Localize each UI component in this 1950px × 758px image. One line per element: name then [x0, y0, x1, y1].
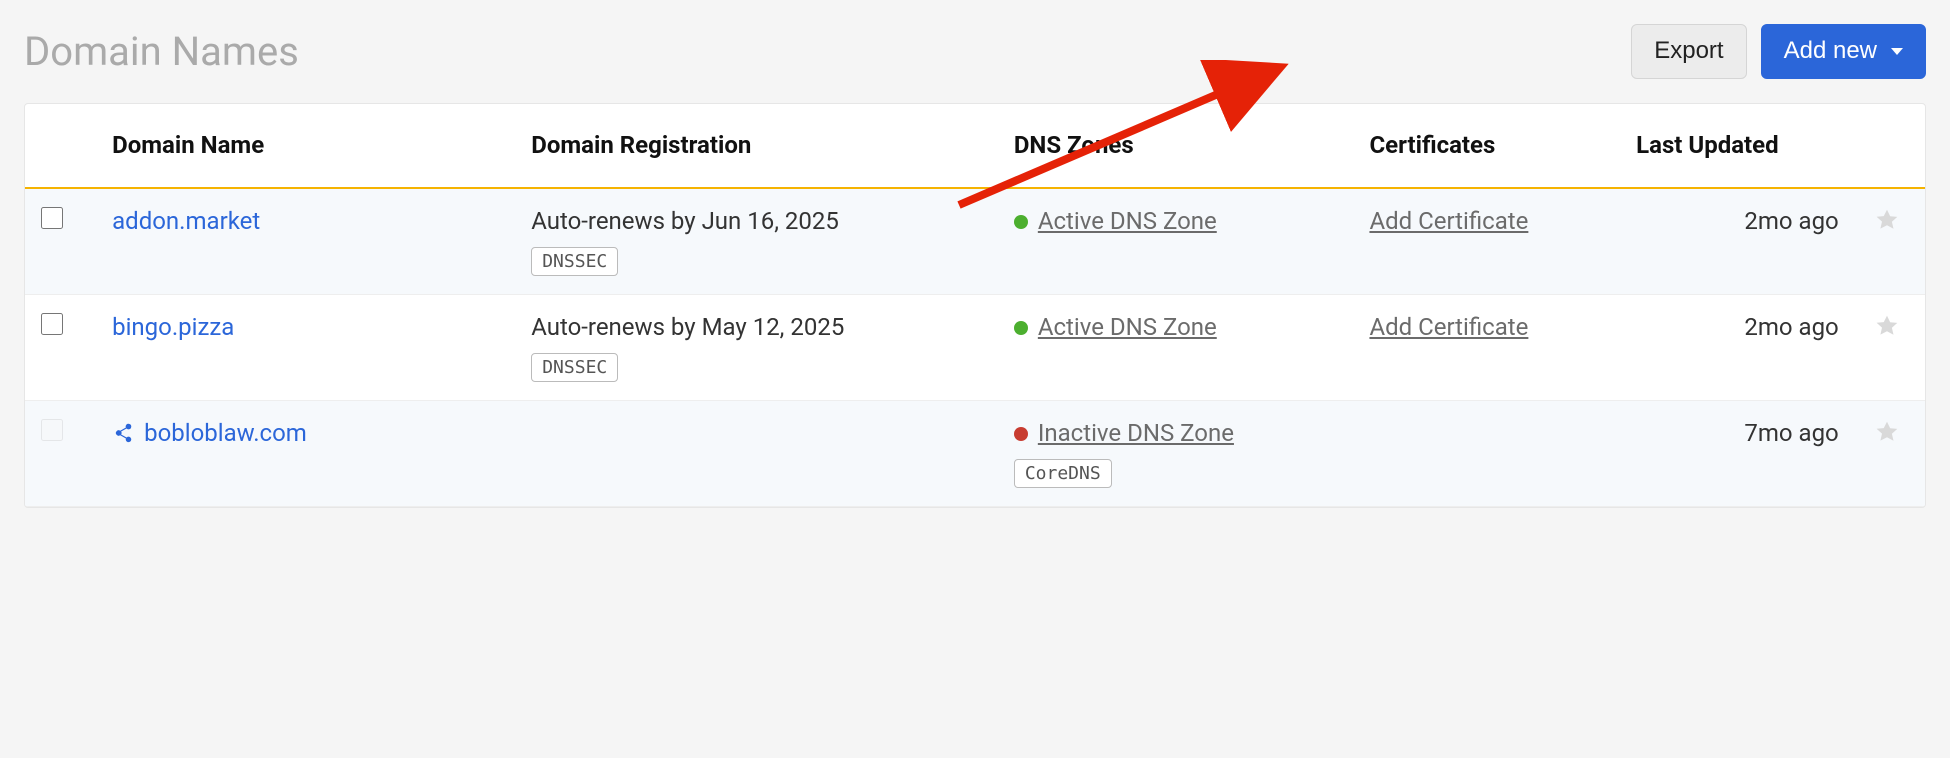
- dns-provider-badge: CoreDNS: [1014, 459, 1112, 488]
- col-registration[interactable]: Domain Registration: [515, 104, 998, 188]
- share-icon: [112, 422, 134, 444]
- star-icon[interactable]: [1874, 419, 1900, 445]
- table-row: addon.market Auto-renews by Jun 16, 2025 D…: [25, 188, 1925, 295]
- registration-text: Auto-renews by Jun 16, 2025: [531, 207, 982, 235]
- table-row: bobloblaw.com Inactive DNS Zone CoreDNS 7mo…: [25, 400, 1925, 506]
- last-updated: 2mo ago: [1620, 188, 1849, 295]
- status-dot-active-icon: [1014, 321, 1028, 335]
- status-dot-inactive-icon: [1014, 427, 1028, 441]
- last-updated: 2mo ago: [1620, 294, 1849, 400]
- export-button[interactable]: Export: [1631, 24, 1746, 79]
- last-updated: 7mo ago: [1620, 400, 1849, 506]
- dns-zone-link[interactable]: Active DNS Zone: [1038, 207, 1217, 235]
- col-domain[interactable]: Domain Name: [96, 104, 515, 188]
- table-row: bingo.pizza Auto-renews by May 12, 2025 DN…: [25, 294, 1925, 400]
- domain-link[interactable]: bobloblaw.com: [144, 419, 307, 447]
- registration-text: Auto-renews by May 12, 2025: [531, 313, 982, 341]
- dnssec-badge: DNSSEC: [531, 247, 618, 276]
- add-new-button[interactable]: Add new: [1761, 24, 1926, 79]
- add-certificate-link[interactable]: Add Certificate: [1369, 207, 1528, 235]
- dnssec-badge: DNSSEC: [531, 353, 618, 382]
- dns-zone-link[interactable]: Inactive DNS Zone: [1038, 419, 1234, 447]
- star-icon[interactable]: [1874, 207, 1900, 233]
- domain-link[interactable]: bingo.pizza: [112, 313, 234, 341]
- caret-down-icon: [1891, 48, 1903, 55]
- col-updated[interactable]: Last Updated: [1620, 104, 1849, 188]
- row-checkbox[interactable]: [41, 207, 63, 229]
- status-dot-active-icon: [1014, 215, 1028, 229]
- dns-zone-link[interactable]: Active DNS Zone: [1038, 313, 1217, 341]
- domains-table: Domain Name Domain Registration DNS Zone…: [24, 103, 1926, 508]
- col-certs[interactable]: Certificates: [1353, 104, 1620, 188]
- row-checkbox: [41, 419, 63, 441]
- star-icon[interactable]: [1874, 313, 1900, 339]
- row-checkbox[interactable]: [41, 313, 63, 335]
- page-title: Domain Names: [24, 28, 299, 75]
- add-certificate-link[interactable]: Add Certificate: [1369, 313, 1528, 341]
- domain-link[interactable]: addon.market: [112, 207, 260, 235]
- col-dns[interactable]: DNS Zones: [998, 104, 1354, 188]
- add-new-label: Add new: [1784, 37, 1877, 66]
